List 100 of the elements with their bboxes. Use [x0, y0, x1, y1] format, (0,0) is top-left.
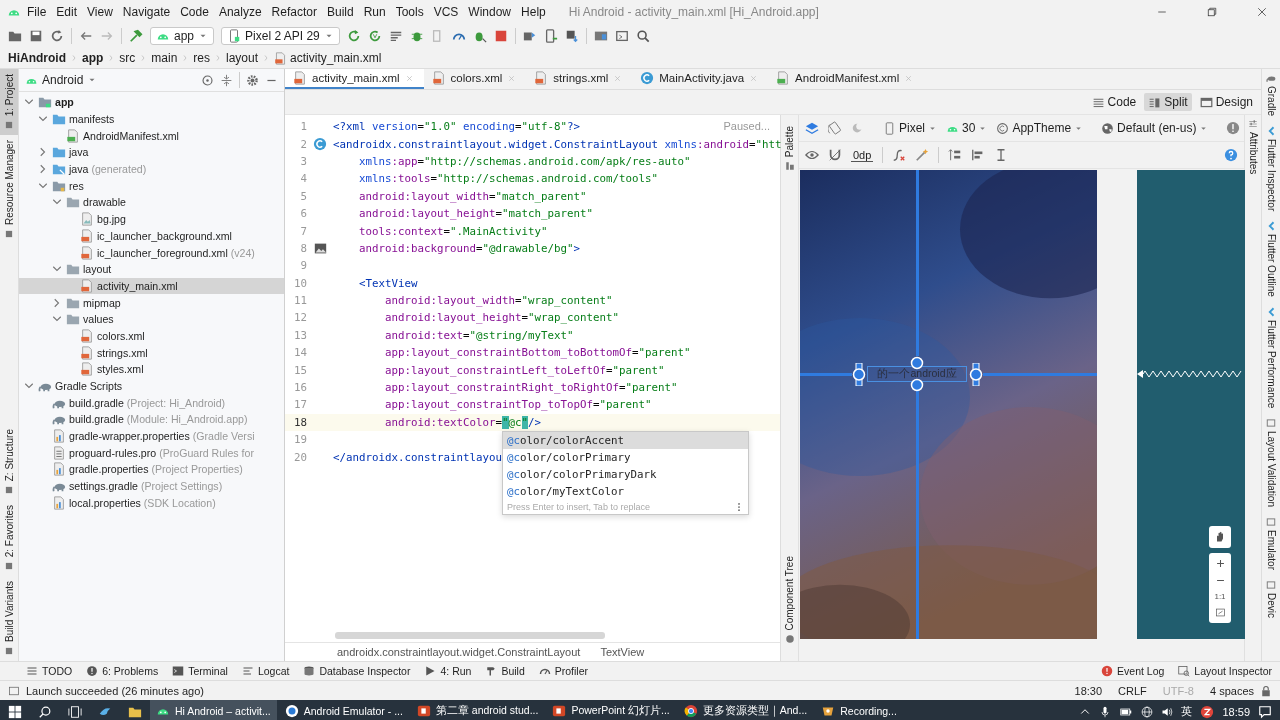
microphone-icon[interactable] [1099, 705, 1112, 718]
tree-item[interactable]: app [19, 94, 284, 111]
tool-window-button[interactable]: Build [485, 665, 525, 677]
notification-icon[interactable] [1258, 704, 1272, 719]
menu-item[interactable]: Analyze [213, 5, 267, 19]
eye-icon[interactable] [805, 148, 819, 162]
menu-item[interactable]: View [82, 5, 118, 19]
back-arrow-icon[interactable] [79, 29, 93, 43]
theme-dropdown[interactable]: AppTheme [996, 121, 1084, 135]
view-dropdown[interactable]: Android [25, 73, 98, 87]
clear-constraints-icon[interactable] [892, 148, 907, 162]
battery-icon[interactable] [1119, 705, 1134, 718]
default-margin-button[interactable]: 0dp [851, 148, 874, 162]
settings-icon[interactable] [246, 73, 259, 87]
breadcrumb-item[interactable]: HiAndroid [8, 51, 66, 65]
taskbar-button[interactable]: Android Emulator - ... [278, 700, 409, 720]
panel-toggle-icon[interactable] [8, 684, 20, 697]
close-icon[interactable] [1256, 6, 1268, 18]
project-structure-icon[interactable] [593, 29, 608, 43]
tool-window-tab[interactable]: Build Variants [0, 576, 18, 661]
editor-tab[interactable]: strings.xml [526, 69, 633, 89]
task-view-icon[interactable] [68, 704, 82, 719]
download-icon[interactable] [564, 29, 579, 43]
tree-item[interactable]: bg.jpg [19, 210, 284, 228]
menu-item[interactable]: Navigate [117, 5, 176, 19]
magic-wand-icon[interactable] [915, 148, 930, 162]
locate-icon[interactable] [201, 73, 214, 87]
tree-item[interactable]: colors.xml [19, 327, 284, 345]
tool-window-tab[interactable]: Devic [1262, 580, 1280, 619]
editor-tab[interactable]: AndroidManifest.xml [768, 69, 924, 89]
completion-item[interactable]: @color/colorAccent [503, 432, 748, 450]
list-icon[interactable] [388, 29, 403, 43]
taskbar-button[interactable]: 第二章 android stud... [410, 700, 545, 720]
lock-icon[interactable] [1260, 684, 1272, 697]
hand-icon[interactable] [1214, 531, 1226, 543]
locale-dropdown[interactable]: Default (en-us) [1101, 121, 1209, 135]
restore-icon[interactable] [1206, 6, 1218, 18]
constraint-handle[interactable] [910, 378, 924, 392]
menu-item[interactable]: VCS [428, 5, 464, 19]
tree-item[interactable]: settings.gradle (Project Settings) [19, 477, 284, 495]
constraint-handle[interactable] [969, 363, 983, 386]
search-icon[interactable] [38, 704, 52, 719]
tool-window-tab[interactable]: Gradle [1262, 73, 1280, 116]
zoom-in-icon[interactable] [1214, 558, 1226, 569]
collapse-icon[interactable] [220, 73, 233, 87]
tool-window-button[interactable]: Profiler [538, 665, 589, 677]
device-dropdown[interactable]: Pixel [883, 121, 937, 135]
view-mode-button[interactable]: Design [1195, 93, 1257, 111]
api-dropdown[interactable]: 30 [946, 121, 988, 135]
tool-window-button[interactable]: TODO [26, 665, 73, 677]
rotate-icon[interactable] [828, 121, 842, 135]
tree-item[interactable]: mipmap [19, 294, 284, 311]
window-icon[interactable] [614, 29, 629, 43]
view-mode-button[interactable]: Split [1144, 93, 1192, 111]
tree-item[interactable]: manifests [19, 110, 284, 128]
zoom-reset-button[interactable]: 1:1 [1214, 592, 1226, 601]
tool-window-button[interactable]: Logcat [241, 665, 290, 677]
tool-window-tab[interactable]: Layout Validation [1262, 418, 1280, 508]
fit-screen-icon[interactable] [1214, 607, 1226, 618]
breadcrumb-item[interactable]: androidx.constraintlayout.widget.ConstraintLayout [337, 646, 581, 658]
sync-icon[interactable] [50, 29, 64, 43]
tree-item[interactable]: ic_launcher_background.xml [19, 227, 284, 245]
menu-item[interactable]: File [22, 5, 52, 19]
completion-item[interactable]: @color/myTextColor [503, 483, 748, 501]
tree-item[interactable]: Gradle Scripts [19, 377, 284, 395]
phone-icon[interactable] [543, 29, 558, 43]
taskbar-button[interactable]: Recording... [815, 700, 903, 720]
speaker-icon[interactable] [1161, 705, 1174, 718]
tool-window-button[interactable]: Event Log [1101, 665, 1165, 677]
tool-window-button[interactable]: 6: Problems [86, 665, 159, 677]
tool-window-tab[interactable]: Flutter Outline [1262, 221, 1280, 298]
menu-item[interactable]: Refactor [266, 5, 322, 19]
status-item[interactable]: 4 spaces [1209, 684, 1254, 697]
tool-window-button[interactable]: Layout Inspector [1178, 665, 1272, 677]
constraint-handle[interactable] [852, 363, 866, 386]
help-icon[interactable] [1224, 148, 1238, 162]
tree-item[interactable]: local.properties (SDK Location) [19, 494, 284, 512]
menu-item[interactable]: Window [463, 5, 517, 19]
tree-item[interactable]: layout [19, 260, 284, 278]
search-icon[interactable] [635, 29, 650, 43]
menu-item[interactable]: Build [321, 5, 359, 19]
breadcrumb-item[interactable]: res [193, 51, 211, 65]
tree-item[interactable]: activity_main.xml [19, 277, 284, 295]
tool-window-button[interactable]: Terminal [172, 665, 228, 677]
breadcrumb-item[interactable]: TextView [600, 646, 645, 658]
menu-item[interactable]: Code [175, 5, 214, 19]
completion-item[interactable]: @color/colorPrimaryDark [503, 466, 748, 484]
taskbar-button[interactable]: PowerPoint 幻灯片... [546, 700, 676, 720]
breadcrumb-item[interactable]: app [82, 51, 104, 65]
tree-item[interactable]: java (generated) [19, 160, 284, 178]
menu-item[interactable]: Help [516, 5, 551, 19]
tool-window-tab[interactable]: Z: Structure [0, 423, 18, 500]
hammer-icon[interactable] [129, 29, 143, 43]
tree-item[interactable]: build.gradle (Module: Hi_Android.app) [19, 411, 284, 428]
tool-window-tab[interactable]: Flutter Inspector [1262, 126, 1280, 212]
magnet-off-icon[interactable] [828, 148, 842, 162]
view-mode-button[interactable]: Code [1087, 93, 1141, 111]
editor-tab[interactable]: colors.xml [423, 69, 527, 89]
tool-window-tab[interactable]: Component Tree [780, 550, 799, 649]
tool-window-tab[interactable]: Flutter Performance [1262, 307, 1280, 409]
